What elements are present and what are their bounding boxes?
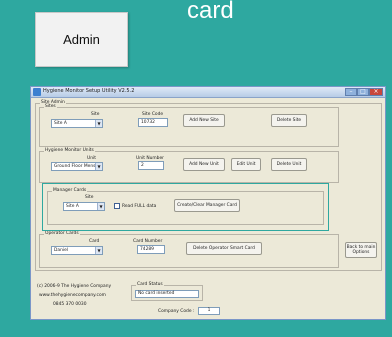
- dropdown-arrow-icon[interactable]: ▼: [95, 120, 102, 127]
- company-code-field[interactable]: 1: [198, 307, 220, 315]
- maximize-button[interactable]: □: [357, 88, 369, 96]
- card-label: Card: [89, 239, 100, 244]
- window-title: Hygiene Monitor Setup Utility V2.5.2: [43, 88, 135, 94]
- dropdown-arrow-icon[interactable]: ▼: [95, 247, 102, 254]
- card-select-value: Daniel: [54, 248, 68, 253]
- add-new-unit-button[interactable]: Add New Unit: [183, 158, 225, 171]
- manager-cards-highlight: [42, 183, 329, 231]
- units-legend: Hygiene Monitor Units: [44, 148, 95, 153]
- unit-number-field[interactable]: 2: [138, 161, 164, 170]
- operator-cards-legend: Operator Cards: [44, 231, 80, 236]
- card-status-field: No card inserted: [135, 290, 199, 298]
- unit-select-value: Ground Floor Mens: [54, 164, 96, 169]
- delete-operator-card-button[interactable]: Delete Operator Smart Card: [186, 242, 262, 255]
- card-status-legend: Card Status: [136, 282, 164, 287]
- copyright-text: (c) 2006-9 The Hygiene Company: [37, 284, 112, 289]
- back-button-line2: Options: [352, 250, 370, 255]
- minimize-button[interactable]: –: [345, 88, 357, 96]
- site-code-field[interactable]: 10732: [138, 118, 168, 127]
- dropdown-arrow-icon[interactable]: ▼: [95, 163, 102, 170]
- back-to-main-options-button[interactable]: Back to main Options: [345, 242, 377, 258]
- card-number-label: Card Number: [133, 239, 163, 244]
- unit-select[interactable]: Ground Floor Mens ▼: [51, 162, 103, 171]
- unit-label: Unit: [87, 156, 96, 161]
- site-select-value: Site A: [54, 121, 67, 126]
- app-icon: [33, 88, 41, 96]
- delete-site-button[interactable]: Delete Site: [271, 114, 307, 127]
- site-select[interactable]: Site A ▼: [51, 119, 103, 128]
- slide-title: card: [187, 0, 234, 24]
- site-label: Site: [91, 112, 100, 117]
- delete-unit-button[interactable]: Delete Unit: [271, 158, 307, 171]
- website-text: www.thehygienecompany.com: [39, 293, 106, 298]
- site-code-label: Site Code: [142, 112, 164, 117]
- sites-legend: Sites: [44, 104, 57, 109]
- phone-text: 0845 370 0030: [53, 302, 87, 307]
- admin-button[interactable]: Admin: [35, 12, 128, 67]
- close-button[interactable]: ×: [369, 88, 383, 96]
- company-code-label: Company Code :: [158, 309, 195, 314]
- card-number-field[interactable]: 74289: [137, 245, 165, 254]
- card-select[interactable]: Daniel ▼: [51, 246, 103, 255]
- add-new-site-button[interactable]: Add New Site: [183, 114, 225, 127]
- edit-unit-button[interactable]: Edit Unit: [231, 158, 261, 171]
- window-titlebar[interactable]: Hygiene Monitor Setup Utility V2.5.2 – □…: [31, 87, 385, 98]
